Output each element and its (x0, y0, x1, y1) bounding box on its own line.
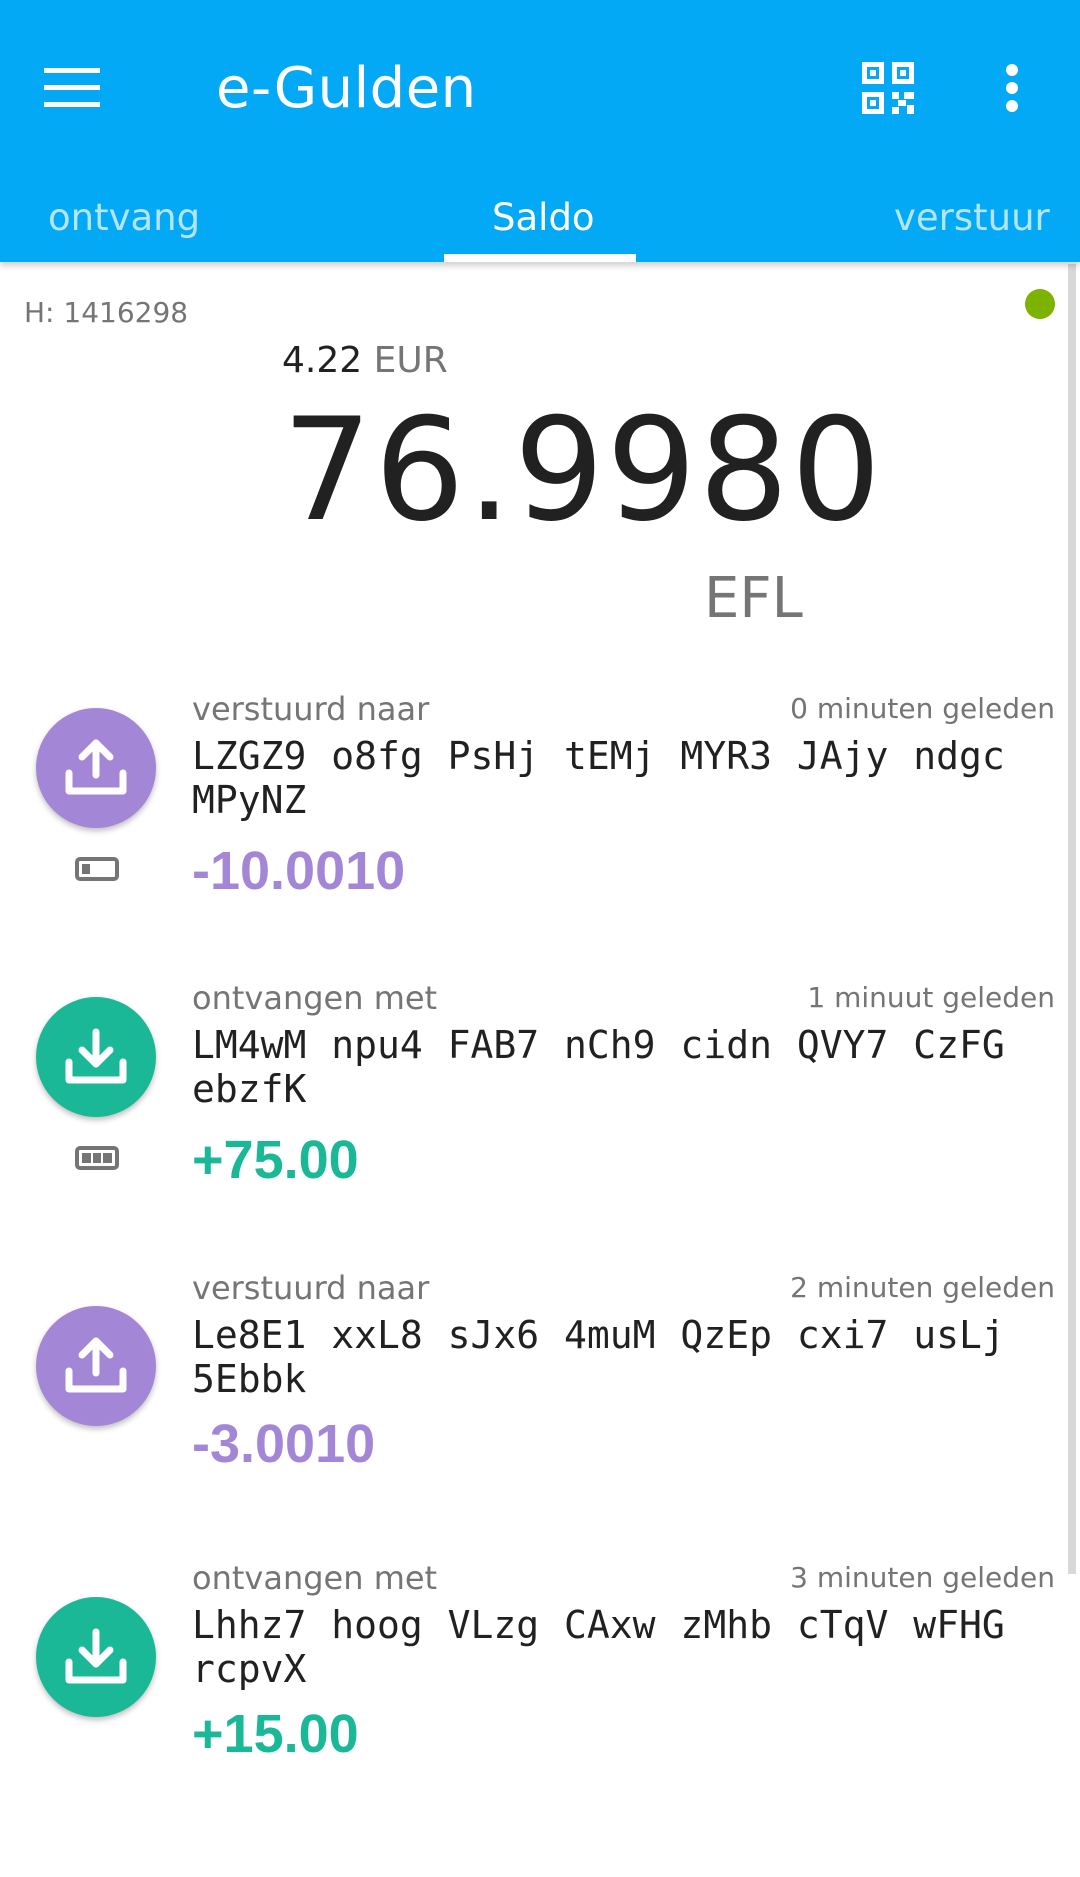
transaction-address: LZGZ9 o8fg PsHj tEMj MYR3 JAjy ndgc MPyN… (192, 734, 1005, 822)
connection-status-dot (1025, 289, 1055, 319)
sent-transaction-badge (36, 1306, 156, 1426)
transaction-address: Le8E1 xxL8 sJx6 4muM QzEp cxi7 usLj 5Ebb… (192, 1313, 1005, 1401)
fiat-amount: 4.22 (282, 340, 363, 381)
transaction-address: Lhhz7 hoog VLzg CAxw zMhb cTqV wFHG rcpv… (192, 1603, 1005, 1691)
overflow-menu-button[interactable] (970, 46, 1054, 130)
transaction-amount: +75.00 (192, 1130, 359, 1190)
download-icon (65, 1628, 127, 1684)
transaction-item[interactable]: verstuurd naar 2 minuten geleden Le8E1 x… (0, 1269, 1060, 1586)
transaction-label: ontvangen met (192, 1559, 438, 1597)
fiat-currency: EUR (373, 340, 448, 381)
transaction-amount: +15.00 (192, 1704, 359, 1764)
tab-ontvang[interactable]: ontvang (48, 196, 200, 239)
transaction-time: 0 minuten geleden (790, 692, 1055, 725)
transaction-address: LM4wM npu4 FAB7 nCh9 cidn QVY7 CzFG ebzf… (192, 1023, 1005, 1111)
battery-low-icon (75, 857, 119, 881)
menu-button[interactable] (30, 46, 114, 130)
tab-verstuur[interactable]: verstuur (894, 196, 1050, 239)
transaction-label: verstuurd naar (192, 1269, 430, 1307)
received-transaction-badge (36, 997, 156, 1117)
block-height: H: 1416298 (24, 296, 189, 329)
fiat-balance: 4.22 EUR (282, 340, 448, 381)
download-icon (65, 1028, 127, 1084)
active-tab-indicator (444, 254, 636, 262)
transaction-time: 1 minuut geleden (807, 981, 1055, 1014)
transaction-time: 2 minuten geleden (790, 1271, 1055, 1304)
qr-scan-button[interactable] (846, 46, 930, 130)
transaction-item[interactable]: verstuurd naar 0 minuten geleden LZGZ9 o… (0, 690, 1060, 988)
battery-full-icon (75, 1146, 119, 1170)
transaction-item[interactable]: ontvangen met 3 minuten geleden Lhhz7 ho… (0, 1559, 1060, 1877)
app-title: e-Gulden (216, 56, 477, 121)
transaction-time: 3 minuten geleden (790, 1561, 1055, 1594)
transaction-item[interactable]: ontvangen met 1 minuut geleden LM4wM npu… (0, 979, 1060, 1277)
app-bar: e-Gulden ontvang Saldo verstuur (0, 0, 1080, 262)
transaction-amount: -10.0010 (192, 841, 406, 901)
qr-code-icon (862, 62, 914, 114)
upload-icon (65, 739, 127, 795)
transaction-amount: -3.0010 (192, 1414, 376, 1474)
tab-saldo[interactable]: Saldo (492, 196, 595, 239)
sent-transaction-badge (36, 708, 156, 828)
scrollbar[interactable] (1068, 264, 1076, 1574)
transaction-label: ontvangen met (192, 979, 438, 1017)
hamburger-menu-icon (44, 68, 100, 107)
wallet-balance[interactable]: 76.9980 (282, 392, 883, 549)
upload-icon (65, 1337, 127, 1393)
more-vert-icon (1006, 64, 1018, 112)
balance-unit: EFL (704, 566, 803, 631)
received-transaction-badge (36, 1597, 156, 1717)
transaction-label: verstuurd naar (192, 690, 430, 728)
